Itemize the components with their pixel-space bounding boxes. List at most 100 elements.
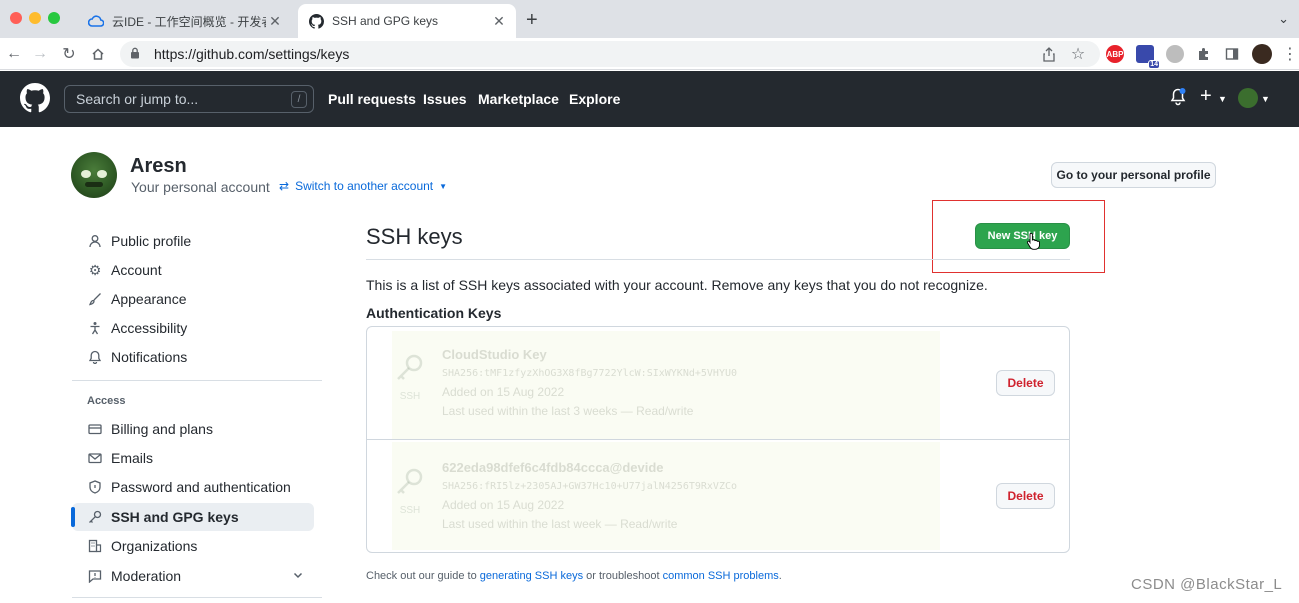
key-1-icon: SSH	[390, 352, 430, 402]
organization-icon	[87, 538, 103, 554]
user-avatar[interactable]	[1238, 88, 1258, 108]
delete-key-2-button[interactable]: Delete	[996, 483, 1055, 509]
sidebar-item-moderation[interactable]: Moderation	[72, 562, 314, 590]
user-menu-caret-icon[interactable]: ▼	[1261, 94, 1270, 104]
keys-description: This is a list of SSH keys associated wi…	[366, 277, 988, 293]
key-2-icon: SSH	[390, 466, 430, 516]
menu-kebab-icon[interactable]: ⋮	[1280, 44, 1299, 64]
go-to-profile-button[interactable]: Go to your personal profile	[1051, 162, 1216, 188]
puzzle-extensions-icon[interactable]	[1194, 44, 1214, 64]
url-text: https://github.com/settings/keys	[154, 46, 350, 62]
create-dropdown-caret-icon[interactable]: ▼	[1218, 94, 1227, 104]
key-1-details: CloudStudio Key SHA256:tMF1zfyzXhOG3X8fB…	[442, 345, 737, 421]
account-name: Aresn	[130, 155, 187, 177]
common-ssh-problems-link[interactable]: common SSH problems	[663, 570, 779, 582]
profile-avatar[interactable]	[1252, 44, 1272, 64]
key-1-fingerprint: SHA256:tMF1zfyzXhOG3X8fBg7722YlcW:SIxWYK…	[442, 368, 738, 379]
sidebar-item-public-profile[interactable]: Public profile	[72, 227, 314, 255]
close-tab-icon[interactable]: ✕	[490, 12, 508, 30]
sidebar-item-notifications[interactable]: Notifications	[72, 343, 314, 371]
bell-icon	[87, 349, 103, 365]
sidebar-item-emails[interactable]: Emails	[72, 444, 314, 472]
nav-marketplace[interactable]: Marketplace	[478, 91, 559, 107]
search-input[interactable]: Search or jump to... /	[64, 85, 314, 113]
key-1-last-used: Last used within the last 3 weeks — Read…	[442, 404, 694, 418]
chevron-down-icon[interactable]	[292, 568, 304, 584]
sidebar-item-password-auth[interactable]: Password and authentication	[72, 473, 314, 501]
close-tab-icon[interactable]: ✕	[266, 12, 284, 30]
switch-account-link[interactable]: ⇄ Switch to another account ▼	[279, 179, 447, 193]
key-2-fingerprint: SHA256:fRI5lz+2305AJ+GW37Hc10+U77jalN425…	[442, 481, 738, 492]
tab-title: 云IDE - 工作空间概览 - 开发者云	[112, 14, 266, 29]
sidebar-item-account[interactable]: ⚙ Account	[72, 256, 314, 284]
nav-pull-requests[interactable]: Pull requests	[328, 91, 416, 107]
switch-account-label: Switch to another account	[295, 179, 434, 193]
sidebar-item-label: Billing and plans	[111, 421, 213, 437]
key-1-title: CloudStudio Key	[442, 347, 547, 362]
sidebar-item-appearance[interactable]: Appearance	[72, 285, 314, 313]
create-new-plus-icon[interactable]: +	[1200, 85, 1212, 108]
credit-card-icon	[87, 421, 103, 437]
github-favicon-icon	[308, 13, 324, 29]
nav-explore[interactable]: Explore	[569, 91, 620, 107]
account-avatar	[71, 152, 117, 198]
github-logo-icon[interactable]	[20, 83, 50, 113]
sidebar-item-label: Accessibility	[111, 320, 188, 336]
share-icon[interactable]	[1039, 44, 1059, 64]
sidebar-divider	[72, 380, 322, 381]
help-middle: or troubleshoot	[583, 570, 663, 582]
highlight-annotation-box	[932, 200, 1105, 273]
help-suffix: .	[778, 570, 782, 582]
tab-title: SSH and GPG keys	[332, 14, 439, 28]
browser-tab-ssh-keys[interactable]: SSH and GPG keys ✕	[298, 4, 516, 38]
extension-graduation-icon[interactable]: 14	[1136, 45, 1160, 69]
sidebar-item-label: Moderation	[111, 568, 182, 584]
browser-tab-cloud-ide[interactable]: 云IDE - 工作空间概览 - 开发者云 ✕	[78, 4, 292, 38]
adblock-extension-icon[interactable]: ABP	[1106, 45, 1124, 63]
maximize-window-button[interactable]	[48, 12, 60, 24]
key-2-added: Added on 15 Aug 2022	[442, 498, 565, 512]
extension-gray-icon[interactable]	[1166, 45, 1184, 63]
side-panel-icon[interactable]	[1222, 44, 1242, 64]
home-icon[interactable]	[88, 44, 108, 64]
page-title: SSH keys	[366, 224, 463, 249]
tab-search-chevron-icon[interactable]: ⌄	[1278, 11, 1289, 27]
address-bar[interactable]: https://github.com/settings/keys	[120, 41, 1100, 67]
close-window-button[interactable]	[10, 12, 22, 24]
browser-toolbar: ← → ↻ https://github.com/settings/keys ☆…	[0, 38, 1299, 70]
avatar-eye-left	[81, 170, 91, 178]
key-2-title: 622eda98dfef6c4fdb84ccca@devide	[442, 460, 664, 475]
new-tab-plus-icon[interactable]: +	[526, 9, 538, 32]
sidebar-item-billing[interactable]: Billing and plans	[72, 415, 314, 443]
account-subtitle: Your personal account	[131, 179, 270, 195]
key-2-last-used: Last used within the last week — Read/wr…	[442, 517, 678, 531]
mail-icon	[87, 450, 103, 466]
nav-issues[interactable]: Issues	[423, 91, 467, 107]
title-divider	[366, 259, 1070, 260]
help-prefix: Check out our guide to	[366, 570, 480, 582]
sidebar-item-accessibility[interactable]: Accessibility	[72, 314, 314, 342]
sidebar-item-ssh-gpg-keys[interactable]: SSH and GPG keys	[71, 503, 314, 531]
sidebar-item-label: Account	[111, 262, 162, 278]
key-1-added: Added on 15 Aug 2022	[442, 385, 565, 399]
sidebar-item-label: Notifications	[111, 349, 188, 365]
sidebar-item-organizations[interactable]: Organizations	[72, 532, 314, 560]
reload-icon[interactable]: ↻	[59, 44, 79, 64]
search-placeholder: Search or jump to...	[76, 91, 199, 107]
avatar-eye-right	[97, 170, 107, 178]
csdn-watermark: CSDN @BlackStar_L	[1131, 576, 1283, 593]
notifications-bell-icon[interactable]	[1170, 88, 1186, 111]
cloud-icon	[88, 13, 104, 29]
browser-tab-bar: 云IDE - 工作空间概览 - 开发者云 ✕ SSH and GPG keys …	[0, 0, 1299, 38]
forward-arrow-icon[interactable]: →	[30, 44, 50, 64]
generating-ssh-keys-link[interactable]: generating SSH keys	[480, 570, 583, 582]
sidebar-item-label: Password and authentication	[111, 479, 291, 495]
back-arrow-icon[interactable]: ←	[4, 44, 24, 64]
shield-icon	[87, 479, 103, 495]
sidebar-item-label: Emails	[111, 450, 154, 466]
delete-key-1-button[interactable]: Delete	[996, 370, 1055, 396]
extension-badge: 14	[1148, 60, 1160, 69]
minimize-window-button[interactable]	[29, 12, 41, 24]
avatar-mouth	[85, 182, 103, 187]
bookmark-star-icon[interactable]: ☆	[1068, 44, 1088, 64]
